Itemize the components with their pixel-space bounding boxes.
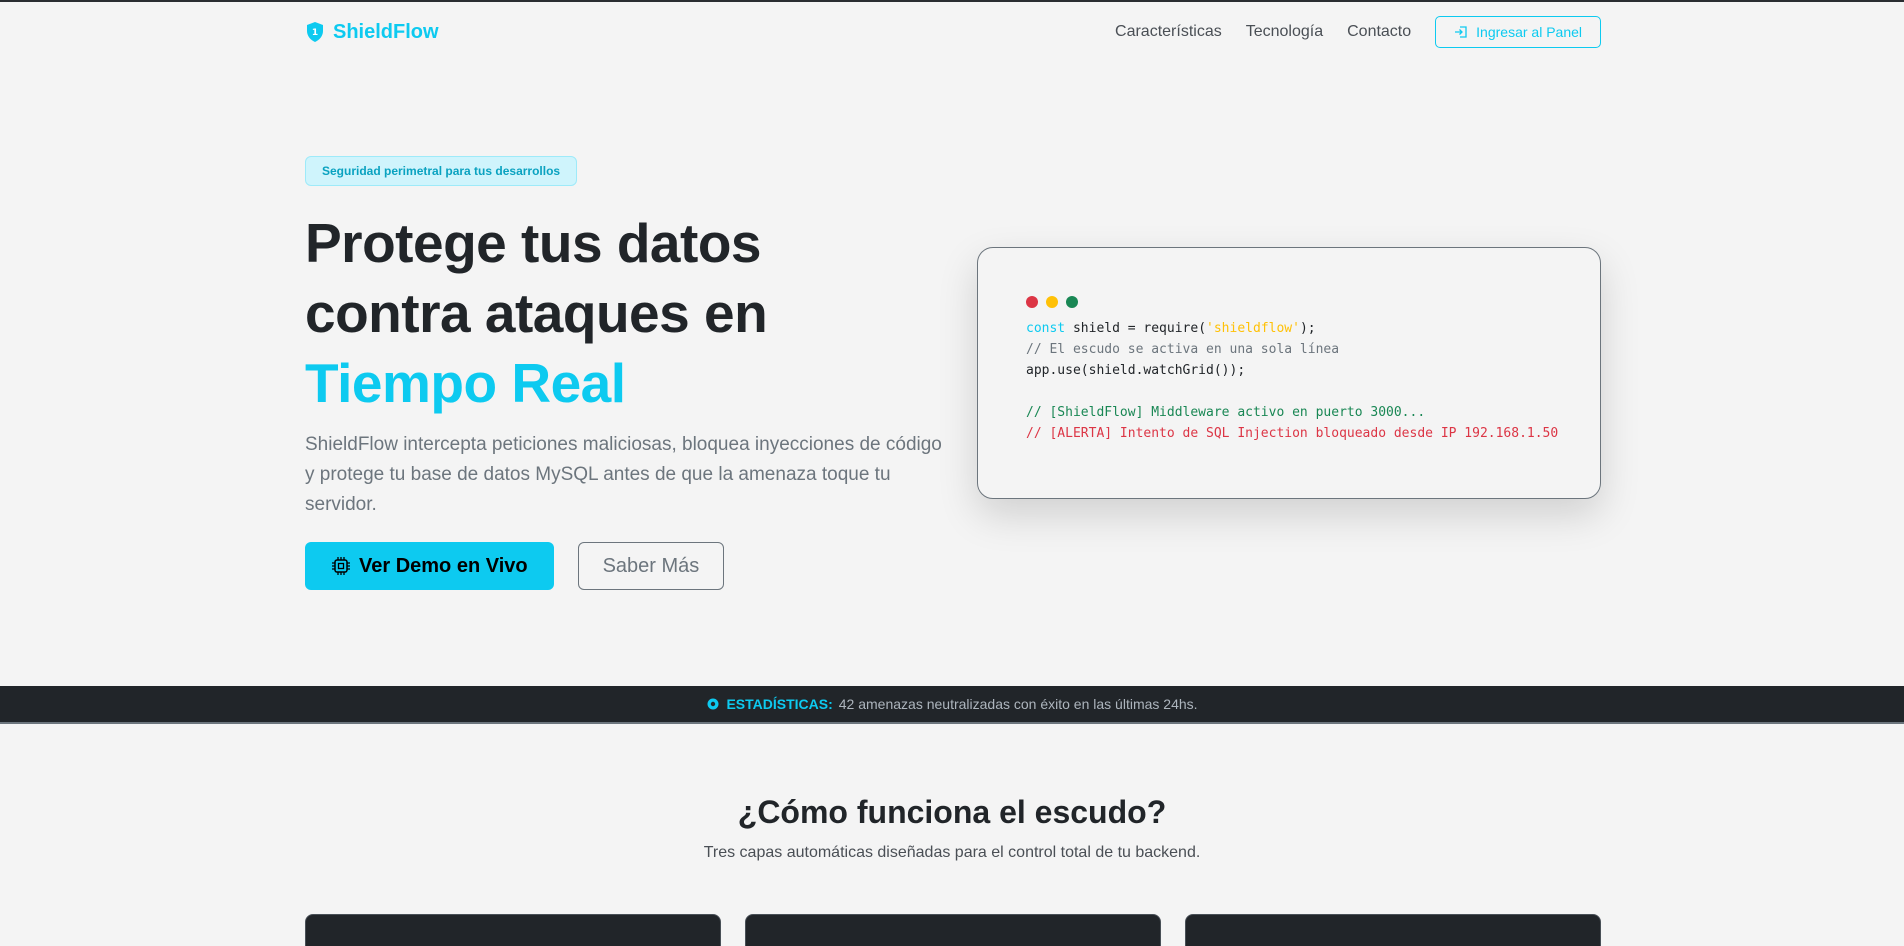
brand-name: ShieldFlow bbox=[333, 20, 439, 43]
hero-description: ShieldFlow intercepta peticiones malicio… bbox=[305, 434, 942, 515]
learn-more-button[interactable]: Saber Más bbox=[577, 542, 725, 590]
login-panel-label: Ingresar al Panel bbox=[1476, 24, 1582, 40]
features-subtitle: Tres capas automáticas diseñadas para el… bbox=[703, 844, 1201, 861]
red-dot bbox=[1026, 296, 1038, 308]
hero-title-accent: Tiempo Real bbox=[305, 352, 626, 414]
demo-button[interactable]: Ver Demo en Vivo bbox=[305, 542, 554, 590]
nav-link-tecnologia[interactable]: Tecnología bbox=[1246, 23, 1323, 41]
stats-bar: ESTADÍSTICAS: 42 amenazas neutralizadas … bbox=[0, 686, 1904, 724]
code-line-2: // El escudo se activa en una sola línea bbox=[1026, 342, 1340, 357]
window-dots bbox=[1026, 296, 1600, 308]
brand[interactable]: 1 ShieldFlow bbox=[305, 21, 439, 44]
login-panel-button[interactable]: Ingresar al Panel bbox=[1435, 16, 1601, 48]
code-line-3: app.use(shield.watchGrid()); bbox=[1026, 363, 1246, 378]
demo-button-label: Ver Demo en Vivo bbox=[359, 554, 528, 577]
code-window: const shield = require('shieldflow'); // … bbox=[977, 247, 1601, 499]
code-keyword: const bbox=[1026, 321, 1066, 336]
stats-text: 42 amenazas neutralizadas con éxito en l… bbox=[838, 696, 1198, 712]
code-line-5: // [ALERTA] Intento de SQL Injection blo… bbox=[1026, 426, 1559, 441]
nav-link-caracteristicas[interactable]: Características bbox=[1115, 23, 1222, 41]
stats-label: ESTADÍSTICAS: bbox=[726, 696, 833, 712]
hero-section: Seguridad perimetral para tus desarrollo… bbox=[305, 156, 945, 590]
code-string: 'shieldflow' bbox=[1206, 321, 1300, 336]
green-dot bbox=[1066, 296, 1078, 308]
nav-links: Características Tecnología Contacto Ingr… bbox=[1115, 16, 1601, 48]
gear-icon bbox=[707, 698, 719, 710]
hero-title-line1: Protege tus datos bbox=[305, 212, 762, 274]
hero-actions: Ver Demo en Vivo Saber Más bbox=[305, 542, 945, 590]
hero-badge: Seguridad perimetral para tus desarrollo… bbox=[305, 156, 578, 186]
hero-title-line2: contra ataques en bbox=[305, 282, 768, 344]
code-text: shield = require( bbox=[1065, 321, 1207, 336]
yellow-dot bbox=[1046, 296, 1058, 308]
feature-card bbox=[1185, 914, 1601, 946]
chip-icon bbox=[332, 557, 350, 575]
login-icon bbox=[1455, 26, 1467, 38]
code-snippet: const shield = require('shieldflow'); // … bbox=[1026, 318, 1600, 444]
feature-card bbox=[305, 914, 721, 946]
code-text-end: ); bbox=[1299, 321, 1316, 336]
navbar: 1 ShieldFlow Características Tecnología … bbox=[305, 2, 1601, 62]
code-line-4: // [ShieldFlow] Middleware activo en pue… bbox=[1026, 405, 1426, 420]
feature-card bbox=[745, 914, 1161, 946]
shield-icon: 1 bbox=[307, 22, 323, 42]
hero-title: Protege tus datos contra ataques en Tiem… bbox=[305, 208, 945, 418]
code-line-1: const shield = require('shieldflow'); bbox=[1026, 318, 1600, 339]
features-title: ¿Cómo funciona el escudo? bbox=[737, 794, 1167, 830]
nav-link-contacto[interactable]: Contacto bbox=[1347, 23, 1411, 41]
svg-text:1: 1 bbox=[312, 28, 318, 38]
feature-cards bbox=[305, 914, 1601, 946]
